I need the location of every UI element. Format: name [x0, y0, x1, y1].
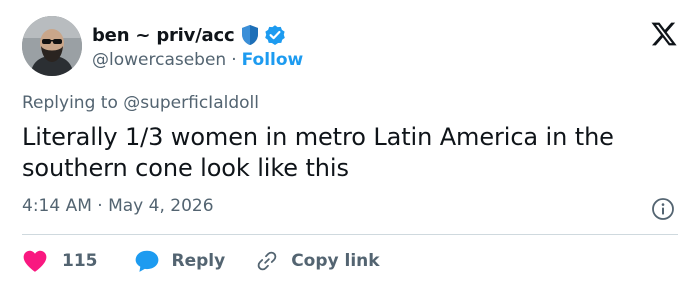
link-icon: [257, 251, 277, 271]
like-count: 115: [62, 251, 98, 271]
reply-button[interactable]: Reply: [134, 249, 226, 273]
replying-to-line: Replying to @superficIaldoll: [22, 93, 259, 113]
replying-to-handle[interactable]: @superficIaldoll: [123, 93, 259, 113]
speech-bubble-icon: [135, 250, 158, 272]
copy-link-label: Copy link: [291, 251, 380, 271]
divider: [22, 234, 678, 235]
verified-check-icon: [264, 24, 286, 46]
tweet-timestamp[interactable]: 4:14 AM · May 4, 2026: [22, 196, 214, 216]
author-handle[interactable]: @lowercaseben: [92, 50, 226, 70]
like-button[interactable]: 115: [22, 249, 98, 273]
avatar[interactable]: [22, 16, 82, 76]
heart-icon: [23, 250, 47, 272]
author-name-row: ben ~ priv/acc: [92, 22, 286, 48]
author-display-name[interactable]: ben ~ priv/acc: [92, 25, 235, 46]
action-bar: 115 Reply Copy link: [22, 246, 380, 276]
replying-to-prefix: Replying to: [22, 93, 124, 113]
follow-button[interactable]: Follow: [242, 50, 304, 70]
reply-label: Reply: [171, 251, 226, 271]
separator-dot: ·: [231, 50, 237, 70]
info-icon[interactable]: [651, 197, 675, 221]
tweet-text: Literally 1/3 women in metro Latin Ameri…: [22, 123, 614, 182]
x-logo-icon[interactable]: [650, 20, 678, 48]
author-handle-row: @lowercaseben · Follow: [92, 48, 303, 72]
copy-link-button[interactable]: Copy link: [255, 249, 380, 273]
shield-icon: [240, 24, 260, 46]
